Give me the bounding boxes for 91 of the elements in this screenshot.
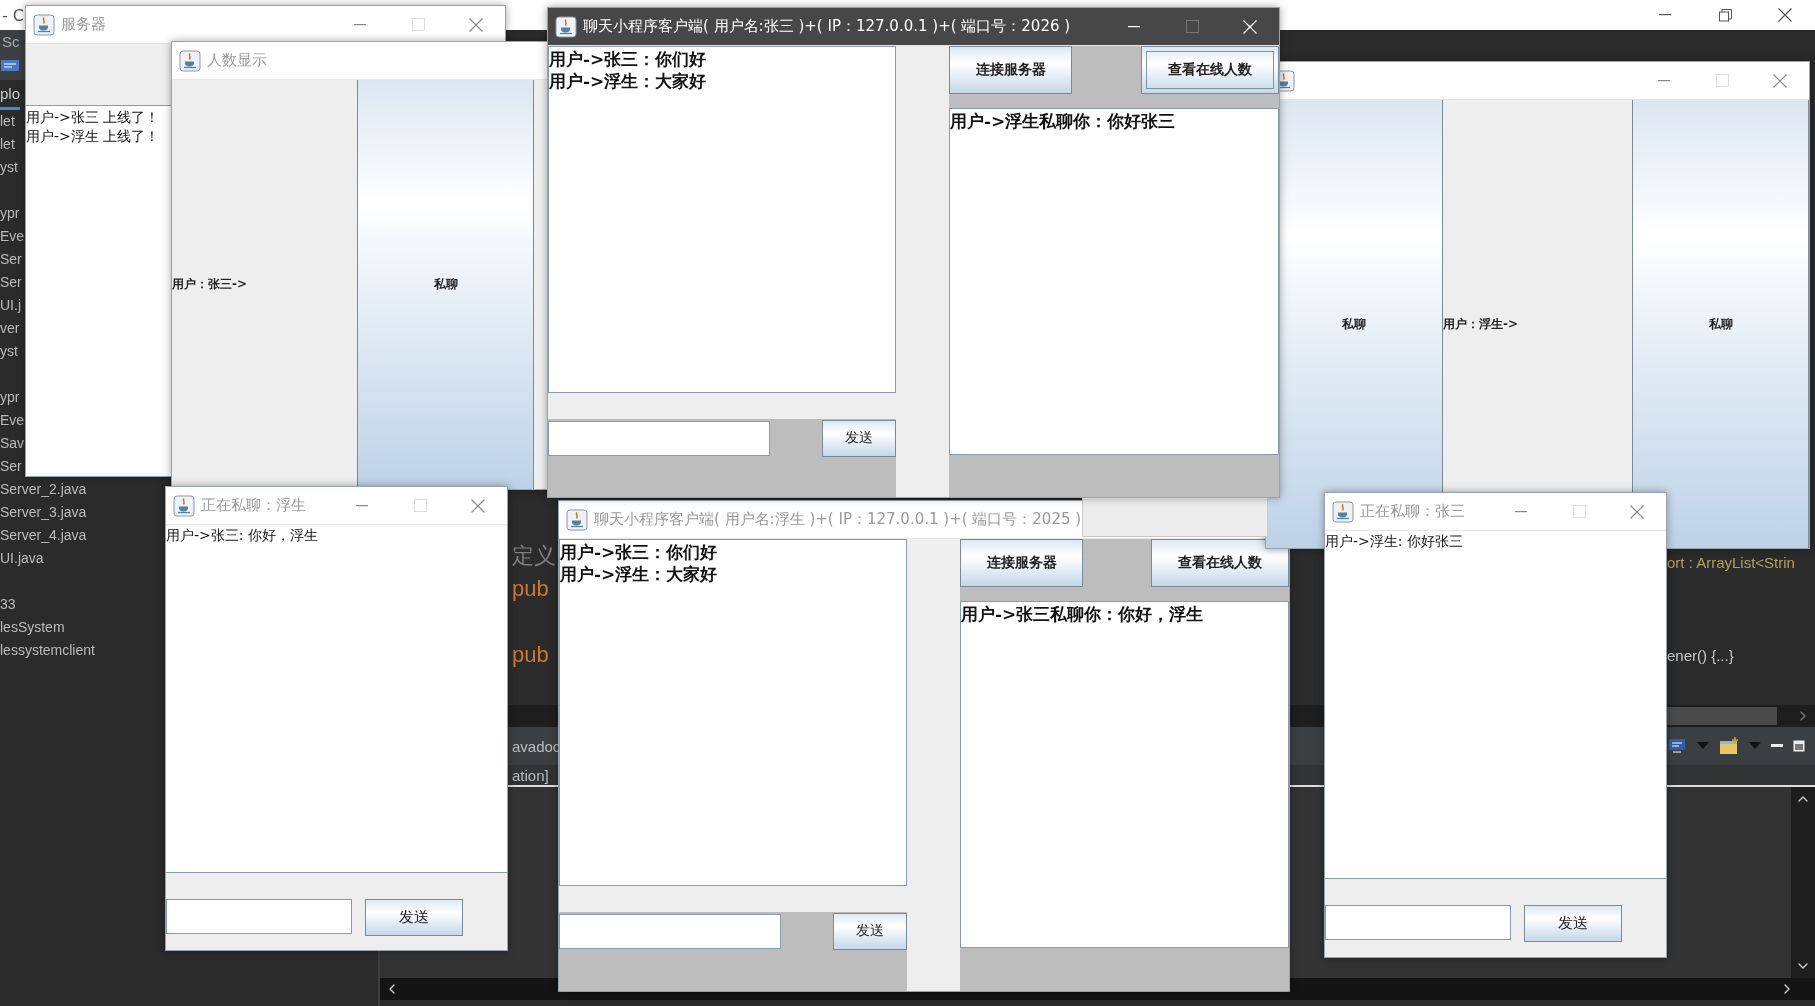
close-icon — [1778, 8, 1792, 22]
tree-item[interactable]: let — [0, 133, 15, 156]
minimize-icon — [1659, 14, 1671, 16]
console-text: ation] — [512, 766, 549, 784]
private-message: 用户->浮生私聊你：你好张三 — [950, 110, 1176, 132]
send-button[interactable]: 发送 — [1524, 905, 1622, 942]
chat-message: 用户->浮生：大家好 — [560, 563, 718, 585]
tree-item[interactable]: Ser — [0, 455, 22, 478]
cup-icon — [566, 508, 588, 531]
close-icon — [469, 17, 483, 32]
online-count-button[interactable]: 查看在线人数 — [1151, 539, 1289, 587]
maximize-icon — [1715, 74, 1729, 87]
code-text: ort : ArrayList<Strin — [1667, 553, 1795, 573]
minimize-icon — [1515, 510, 1527, 513]
tree-item[interactable]: Server_2.java — [0, 478, 87, 501]
message-input[interactable] — [548, 420, 770, 456]
caret-icon[interactable] — [1697, 742, 1709, 750]
tree-item[interactable]: ypr — [0, 202, 20, 225]
private-chat-button[interactable]: 私聊 — [358, 80, 534, 489]
minimize-icon[interactable] — [1771, 744, 1783, 748]
window-title: 人数显示 — [207, 51, 267, 70]
send-button[interactable]: 发送 — [822, 419, 896, 457]
tree-item[interactable]: lessystemclient — [0, 639, 95, 662]
code-text: ener() {...} — [1667, 646, 1734, 666]
code-text: pub — [512, 575, 549, 603]
private-message: 用户->张三私聊你：你好，浮生 — [961, 603, 1204, 625]
minimize-icon — [1658, 79, 1670, 82]
close-icon — [1243, 19, 1257, 34]
log-line: 用户->张三 上线了！ — [26, 108, 160, 127]
console-tab[interactable]: avadoc — [512, 737, 561, 755]
chat-message: 用户->浮生：大家好 — [549, 70, 707, 92]
window-title: 服务器 — [61, 15, 106, 34]
chat-message: 用户->张三: 你好，浮生 — [166, 526, 318, 545]
monitor-icon[interactable] — [1667, 738, 1687, 754]
online-count-button[interactable]: 查看在线人数 — [1141, 46, 1279, 94]
minimize-icon — [1128, 25, 1140, 28]
tree-item[interactable]: Sav — [0, 432, 25, 455]
cup-icon — [555, 15, 577, 38]
maximize-icon — [1572, 505, 1586, 518]
tree-item[interactable]: Eve — [0, 225, 25, 248]
cup-icon — [173, 494, 195, 517]
monitor-icon[interactable] — [0, 59, 20, 73]
close-icon — [471, 498, 485, 513]
tree-item[interactable]: yst — [0, 340, 18, 363]
tree-item[interactable]: Ser — [0, 248, 22, 271]
explorer-tab[interactable]: plo — [0, 80, 21, 110]
cup-icon — [1332, 500, 1354, 523]
window-title: 正在私聊：浮生 — [201, 496, 306, 515]
tree-item[interactable]: UI.java — [0, 547, 44, 570]
connect-button[interactable]: 连接服务器 — [960, 539, 1083, 587]
message-input[interactable] — [166, 899, 352, 934]
scrollbar-thumb[interactable] — [1667, 707, 1777, 725]
cup-icon — [179, 49, 201, 72]
send-button[interactable]: 发送 — [833, 912, 907, 950]
cup-icon — [33, 13, 55, 36]
tree-item[interactable]: Ser — [0, 271, 22, 294]
close-icon — [1630, 504, 1644, 519]
minimize-icon — [356, 504, 368, 507]
panel-tab[interactable]: Sc — [0, 32, 20, 50]
log-line: 用户->浮生 上线了！ — [26, 127, 160, 146]
maximize-icon[interactable] — [1793, 740, 1805, 752]
connect-button[interactable]: 连接服务器 — [949, 46, 1072, 94]
tree-item[interactable]: let — [0, 110, 15, 133]
close-icon — [1773, 73, 1787, 88]
maximize-icon — [1185, 20, 1199, 33]
tree-item[interactable]: yst — [0, 156, 18, 179]
code-text: pub — [512, 641, 549, 669]
tree-item[interactable]: Server_3.java — [0, 501, 87, 524]
chat-message: 用户->张三：你们好 — [560, 541, 718, 563]
maximize-icon — [411, 18, 425, 31]
tree-item[interactable]: lesSystem — [0, 616, 65, 639]
restore-icon — [1718, 8, 1732, 22]
tree-item[interactable]: UI.j — [0, 294, 21, 317]
tree-item[interactable]: ypr — [0, 386, 20, 409]
maximize-icon — [413, 499, 427, 512]
code-text: 定义 — [512, 542, 556, 570]
tree-item[interactable]: 33 — [0, 593, 16, 616]
chat-message: 用户->张三：你们好 — [549, 48, 707, 70]
window-title: - C — [1, 5, 25, 25]
window-title: 聊天小程序客户端( 用户名:浮生 )+( IP：127.0.0.1 )+( 端口号：2025 ) — [594, 510, 1082, 529]
tree-item[interactable]: ver — [0, 317, 20, 340]
folder-icon[interactable] — [1719, 737, 1739, 755]
minimize-icon — [354, 23, 366, 26]
tree-item[interactable]: Server_4.java — [0, 524, 87, 547]
message-input[interactable] — [559, 913, 781, 949]
tree-item[interactable]: Eve — [0, 409, 25, 432]
send-button[interactable]: 发送 — [365, 899, 463, 936]
private-chat-button[interactable]: 私聊 — [1633, 100, 1809, 548]
message-input[interactable] — [1325, 905, 1511, 940]
caret-icon[interactable] — [1749, 742, 1761, 750]
window-title: 聊天小程序客户端( 用户名:张三 )+( IP：127.0.0.1 )+( 端口号：2026 ) — [583, 17, 1071, 36]
